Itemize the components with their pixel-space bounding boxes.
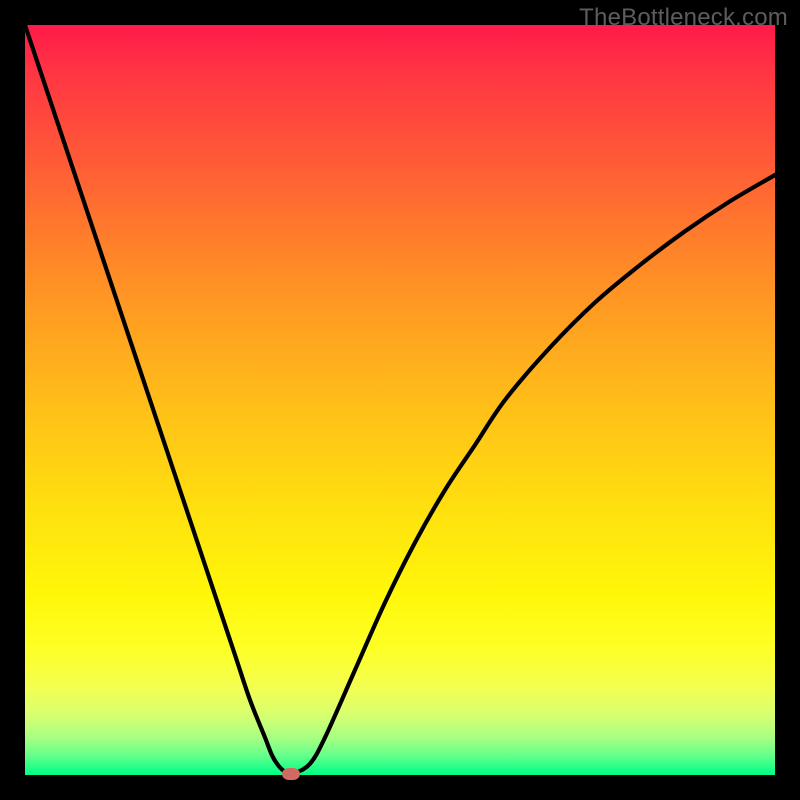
watermark-text: TheBottleneck.com (579, 4, 788, 32)
plot-area (25, 25, 775, 775)
chart-frame: TheBottleneck.com (0, 0, 800, 800)
bottleneck-curve (25, 25, 775, 775)
minimum-marker (282, 768, 300, 780)
